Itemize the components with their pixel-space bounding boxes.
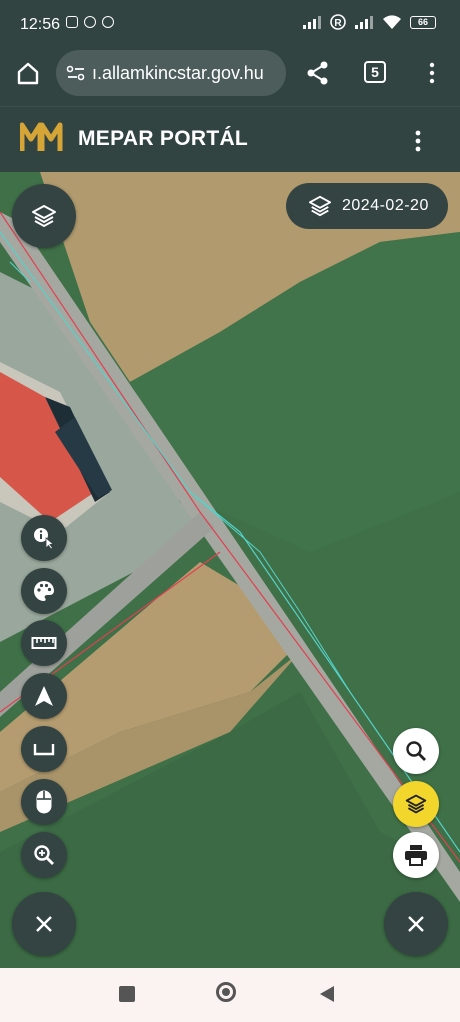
back-icon[interactable] xyxy=(318,984,336,1004)
recents-icon[interactable] xyxy=(119,986,135,1002)
home-nav-icon[interactable] xyxy=(216,982,236,1002)
info-tool-button[interactable] xyxy=(21,515,67,561)
close-icon xyxy=(408,916,424,932)
signal-icon xyxy=(355,16,373,29)
viber-icon xyxy=(84,16,96,28)
site-settings-icon[interactable] xyxy=(66,63,86,83)
notification-icons xyxy=(66,16,114,28)
area-measure-button[interactable] xyxy=(21,726,67,772)
map-view[interactable]: 2024-02-20 xyxy=(0,172,460,968)
r-icon: R xyxy=(330,14,346,30)
mouse-icon xyxy=(36,790,52,814)
status-time: 12:56 xyxy=(20,16,61,33)
app-header: MEPAR PORTÁL xyxy=(0,106,460,172)
tabs-button[interactable]: 5 xyxy=(364,61,386,83)
ruler-icon xyxy=(31,637,57,649)
tab-count: 5 xyxy=(371,64,379,80)
layers-icon xyxy=(32,205,56,228)
mepar-logo xyxy=(20,122,63,151)
satellite-imagery xyxy=(0,172,460,968)
app-title: MEPAR PORTÁL xyxy=(78,127,249,150)
layers-icon xyxy=(308,195,332,217)
system-nav-bar xyxy=(0,968,460,1022)
zoom-in-button[interactable] xyxy=(21,832,67,878)
layer-toggle-button[interactable] xyxy=(393,781,439,827)
zoom-in-icon xyxy=(34,845,54,865)
measure-tool-button[interactable] xyxy=(21,620,67,666)
print-icon xyxy=(405,845,427,866)
system-icons: R 66 xyxy=(302,14,436,30)
url-text: ı.allamkincstar.gov.hu xyxy=(92,62,264,83)
app-icon xyxy=(102,16,114,28)
print-button[interactable] xyxy=(393,832,439,878)
navigation-button[interactable] xyxy=(21,673,67,719)
signal-icon xyxy=(303,16,321,29)
browser-toolbar: ı.allamkincstar.gov.hu 5 xyxy=(0,50,460,106)
info-icon xyxy=(34,528,54,550)
close-tools-button[interactable] xyxy=(12,892,76,956)
mouse-mode-button[interactable] xyxy=(21,779,67,825)
search-button[interactable] xyxy=(393,728,439,774)
navigation-icon xyxy=(35,686,53,706)
svg-text:R: R xyxy=(334,18,342,29)
area-measure-icon xyxy=(33,744,55,756)
layers-button[interactable] xyxy=(12,184,76,248)
share-icon[interactable] xyxy=(305,60,331,86)
wifi-icon xyxy=(383,15,401,29)
close-right-tools-button[interactable] xyxy=(384,892,448,956)
search-icon xyxy=(406,741,426,761)
instagram-icon xyxy=(66,16,78,28)
battery-icon: 66 xyxy=(410,15,436,29)
imagery-date: 2024-02-20 xyxy=(342,197,429,214)
style-tool-button[interactable] xyxy=(21,568,67,614)
layers-icon xyxy=(405,794,427,814)
close-icon xyxy=(36,916,52,932)
url-bar[interactable]: ı.allamkincstar.gov.hu xyxy=(56,50,286,96)
more-vert-icon[interactable] xyxy=(420,60,444,86)
imagery-date-chip[interactable]: 2024-02-20 xyxy=(286,183,448,229)
home-icon[interactable] xyxy=(15,60,41,86)
palette-icon xyxy=(34,581,54,601)
menu-icon[interactable] xyxy=(406,127,430,155)
status-bar: 12:56 R 66 xyxy=(0,0,460,50)
